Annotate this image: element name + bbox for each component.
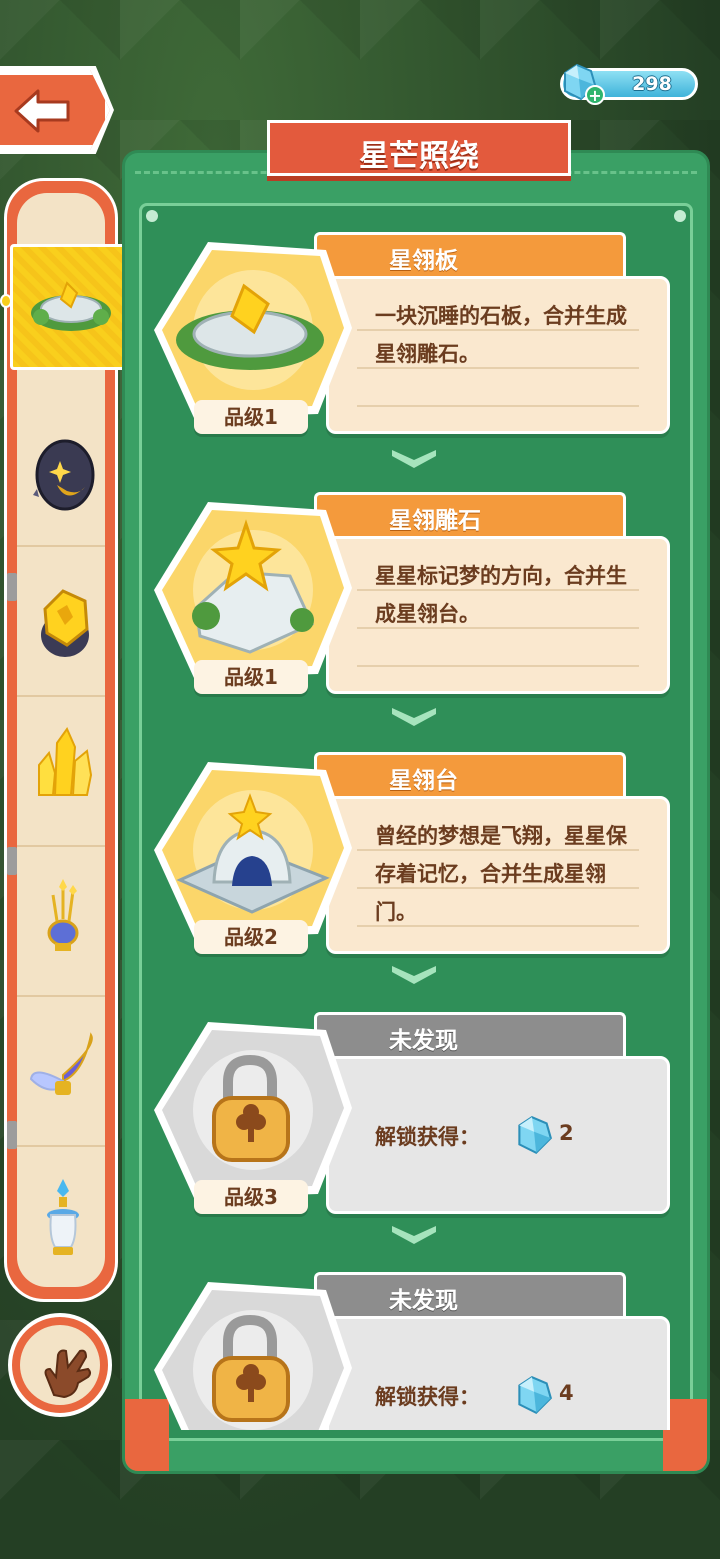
gold-vase-icon [47, 879, 79, 951]
scroll-knob [7, 847, 17, 875]
entry-name: 未发现 [389, 1288, 458, 1314]
sidebar-item-dark-rock[interactable] [17, 395, 105, 547]
entry-desc-card: 曾经的梦想是飞翔，星星保存着记忆，合并生成星翎门。 [326, 796, 670, 954]
padlock-icon [154, 1282, 352, 1430]
grade-tag: 品级1 [194, 660, 308, 694]
hint-button[interactable] [8, 1313, 112, 1417]
entry-desc-card: 一块沉睡的石板，合并生成星翎雕石。 [326, 276, 670, 434]
star-altar-icon [154, 762, 352, 938]
entry-desc-card: 星星标记梦的方向，合并生成星翎台。 [326, 536, 670, 694]
sidebar-item-gold-ore[interactable] [17, 545, 105, 697]
grade-tag: 品级2 [194, 920, 308, 954]
hint-button-inner [20, 1325, 100, 1405]
back-arrow-icon [14, 89, 70, 133]
dark-rock-icon [33, 439, 95, 511]
chevron-down-icon [392, 708, 436, 726]
reward-count: 2 [559, 1121, 574, 1145]
sidebar-item-gold-crystal[interactable] [17, 695, 105, 847]
entry-clip: 未发现 解锁获得： 4 [150, 1260, 672, 1430]
back-button[interactable] [0, 70, 110, 150]
active-indicator [0, 294, 12, 308]
stone-slab-icon [31, 281, 111, 331]
unlock-reward: 4 [511, 1369, 581, 1419]
entry-name-tab: 星翎板 [314, 232, 626, 278]
unlock-label: 解锁获得： [375, 1385, 480, 1409]
entry-name: 星翎台 [389, 768, 458, 794]
entry-desc-card: 解锁获得： 4 [326, 1316, 670, 1430]
gold-ore-icon [41, 589, 89, 657]
title-banner: 星芒照绕 [267, 120, 571, 176]
chevron-down-icon [392, 966, 436, 984]
entry-name: 星翎板 [389, 248, 458, 274]
reward-count: 4 [559, 1381, 574, 1405]
chevron-down-icon [392, 1226, 436, 1244]
entry-description: 曾经的梦想是飞翔，星星保存着记忆，合并生成星翎门。 [375, 824, 627, 924]
entry-name-tab: 未发现 [314, 1272, 626, 1318]
grade-tag: 品级1 [194, 400, 308, 434]
blue-lamp-icon [47, 1179, 79, 1255]
entry-name-tab: 星翎雕石 [314, 492, 626, 538]
blue-gem-icon [518, 1115, 552, 1155]
add-gems-button[interactable]: + [585, 85, 605, 105]
sidebar-item-active[interactable] [10, 244, 126, 370]
sidebar-item-butterfly-wing[interactable] [17, 995, 105, 1147]
butterfly-wing-icon [29, 1032, 93, 1095]
gem-count: 298 [632, 73, 672, 95]
entry-name-tab: 未发现 [314, 1012, 626, 1058]
unlock-label: 解锁获得： [375, 1125, 480, 1149]
scroll-knob [7, 1121, 17, 1149]
padlock-icon [154, 1022, 352, 1198]
page-title: 星芒照绕 [359, 139, 479, 174]
gold-crystal-icon [38, 726, 93, 796]
entry-name-tab: 星翎台 [314, 752, 626, 798]
sidebar-item-gold-vase[interactable] [17, 845, 105, 997]
star-rock-icon [154, 502, 352, 678]
scroll-knob [7, 573, 17, 601]
corner-rivet [674, 210, 686, 222]
chevron-down-icon [392, 450, 436, 468]
pointing-hand-icon [44, 1349, 91, 1399]
sidebar-item-blue-lamp[interactable] [17, 1145, 105, 1287]
entry-desc-card: 解锁获得： 2 [326, 1056, 670, 1214]
entry-name: 星翎雕石 [389, 508, 481, 534]
grade-tag: 品级3 [194, 1180, 308, 1214]
entry-name: 未发现 [389, 1028, 458, 1054]
blue-gem-icon [518, 1375, 552, 1415]
unlock-reward: 2 [511, 1109, 581, 1159]
entry-description: 一块沉睡的石板，合并生成星翎雕石。 [375, 304, 627, 366]
entry-description: 星星标记梦的方向，合并生成星翎台。 [375, 564, 627, 626]
corner-rivet [146, 210, 158, 222]
gem-counter[interactable]: + 298 [560, 63, 698, 105]
stone-slab-icon [154, 242, 352, 418]
